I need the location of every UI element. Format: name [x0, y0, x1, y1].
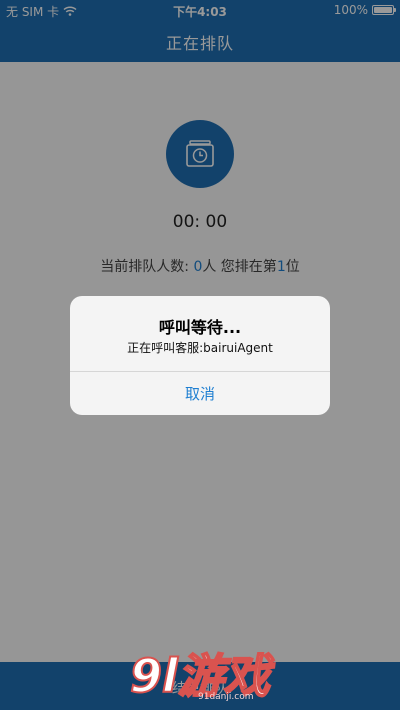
dialog-title: 呼叫等待... — [158, 318, 242, 337]
dialog-message: 正在呼叫客服:bairuiAgent — [127, 341, 273, 355]
watermark-site: 91danji.com — [198, 692, 254, 702]
cancel-button[interactable]: 取消 — [70, 372, 330, 415]
queue-screen: 无 SIM 卡 下午4:03 100% 正在排队 00: 00 当前排队人数: … — [0, 0, 400, 710]
call-wait-dialog: 呼叫等待... 正在呼叫客服:bairuiAgent 取消 — [70, 296, 330, 415]
